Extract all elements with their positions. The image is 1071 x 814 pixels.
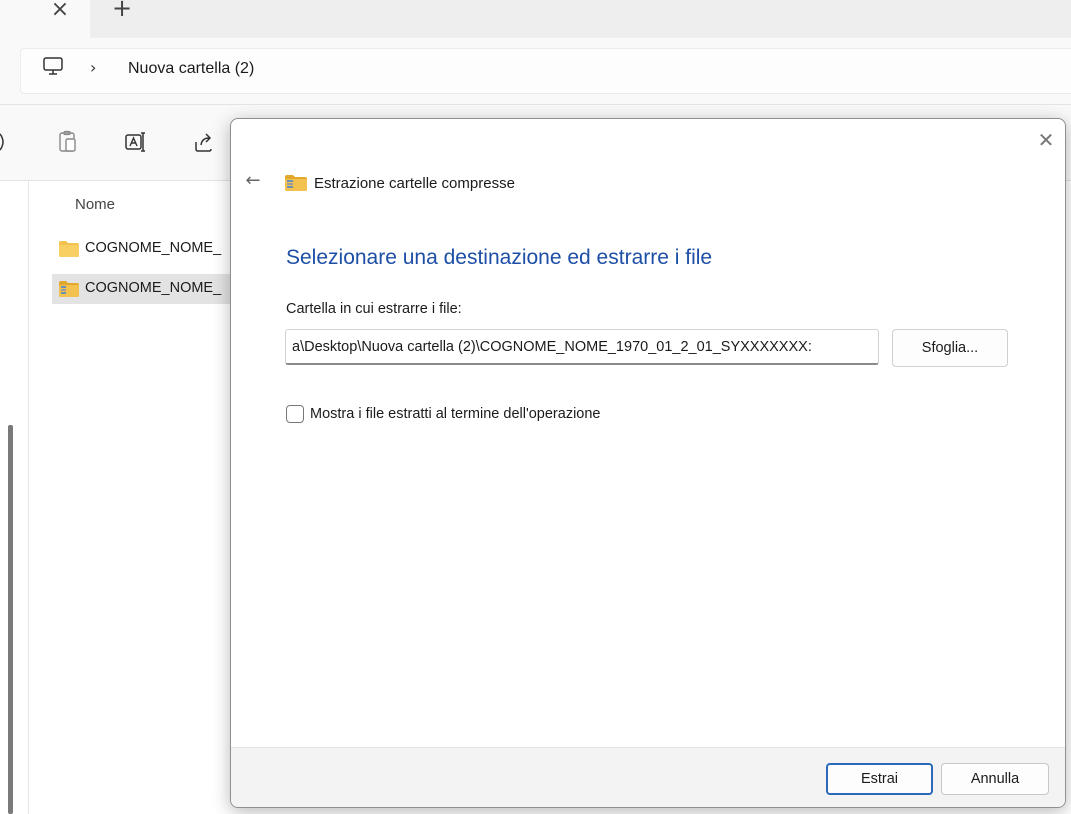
column-header-name[interactable]: Nome — [75, 196, 115, 213]
zip-folder-icon — [59, 281, 79, 297]
zip-folder-icon — [285, 175, 307, 191]
back-arrow-icon[interactable]: ← — [241, 169, 265, 193]
file-name: COGNOME_NOME_ — [85, 280, 222, 296]
show-files-checkbox[interactable] — [286, 405, 304, 423]
folder-icon — [59, 241, 79, 257]
dialog-heading: Selezionare una destinazione ed estrarre… — [286, 246, 713, 269]
navigation-pane-border — [28, 181, 29, 814]
file-row-selected[interactable]: COGNOME_NOME_ — [52, 274, 252, 304]
active-tab[interactable] — [0, 0, 90, 38]
this-pc-icon[interactable] — [42, 55, 64, 77]
file-row[interactable]: COGNOME_NOME_ — [52, 234, 252, 264]
browse-button[interactable]: Sfoglia... — [892, 329, 1008, 367]
navigation-scrollbar[interactable] — [8, 425, 13, 814]
cut-icon[interactable] — [0, 130, 18, 154]
share-icon[interactable] — [192, 130, 216, 154]
new-tab-icon[interactable]: + — [110, 0, 134, 20]
rename-icon[interactable] — [124, 130, 148, 154]
extract-button[interactable]: Estrai — [826, 763, 933, 795]
dialog-footer: Estrai Annulla — [231, 747, 1065, 807]
breadcrumb-chevron-icon[interactable]: › — [90, 58, 96, 77]
dialog-title: Estrazione cartelle compresse — [314, 175, 515, 192]
tab-bar: × + — [0, 0, 1071, 38]
cancel-button[interactable]: Annulla — [941, 763, 1049, 795]
file-name: COGNOME_NOME_ — [85, 240, 222, 256]
extract-dialog: ✕ ← Estrazione cartelle compresse Selezi… — [230, 118, 1066, 808]
paste-icon[interactable] — [56, 130, 80, 154]
destination-input[interactable] — [285, 329, 879, 365]
close-icon[interactable]: ✕ — [1031, 125, 1061, 155]
destination-label: Cartella in cui estrarre i file: — [286, 301, 462, 317]
show-files-label[interactable]: Mostra i file estratti al termine dell'o… — [310, 406, 600, 422]
breadcrumb-current-folder[interactable]: Nuova cartella (2) — [128, 60, 254, 78]
tab-close-icon[interactable]: × — [48, 0, 72, 22]
